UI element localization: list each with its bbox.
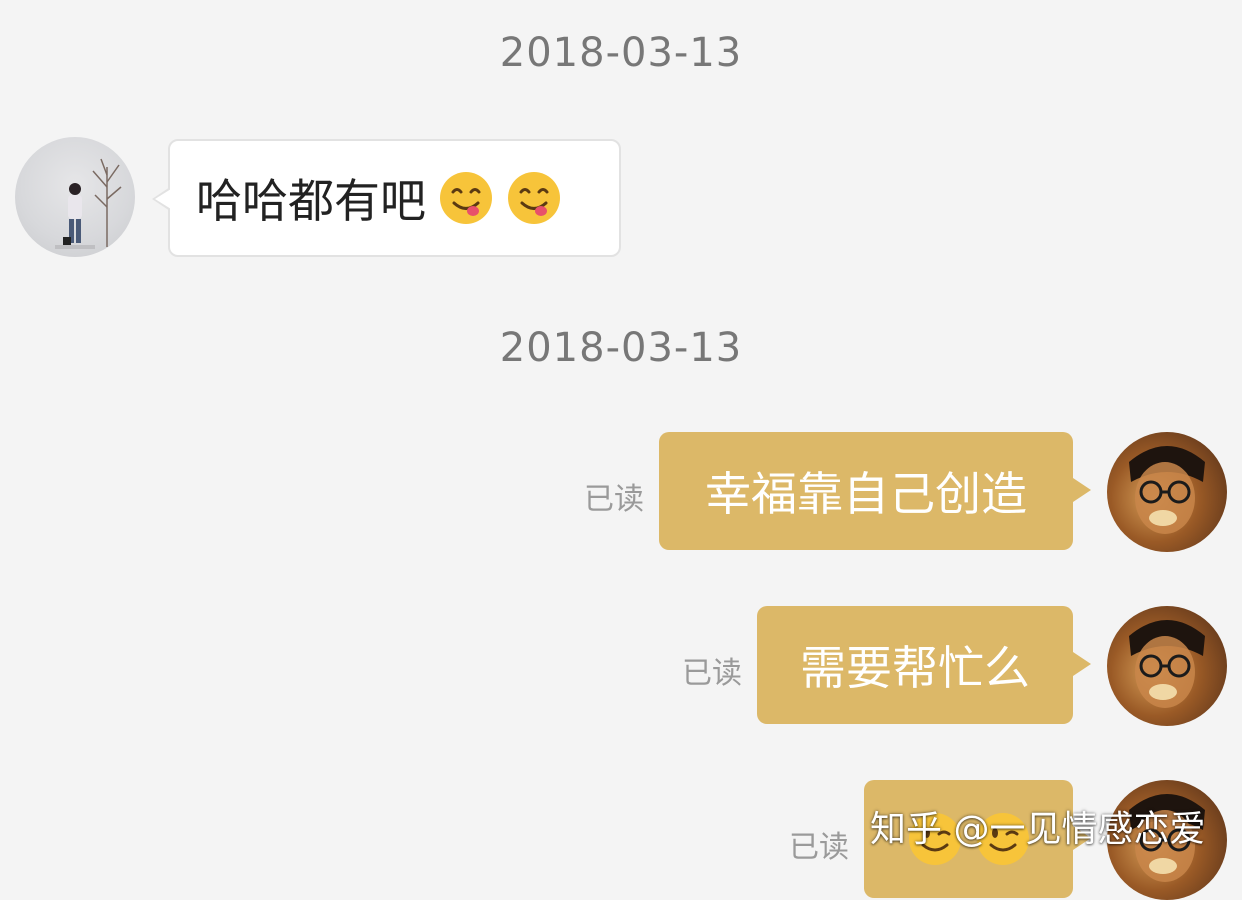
message-bubble-sent[interactable]: 需要帮忙么 xyxy=(757,606,1091,724)
face-savoring-food-icon xyxy=(438,170,494,226)
my-avatar[interactable] xyxy=(1107,432,1227,552)
face-savoring-food-icon xyxy=(506,170,562,226)
person-photo-icon xyxy=(1129,446,1205,534)
my-avatar[interactable] xyxy=(1107,606,1227,726)
message-text: 需要帮忙么 xyxy=(800,641,1030,695)
message-text: 幸福靠自己创造 xyxy=(705,467,1027,521)
read-receipt: 已读 xyxy=(789,830,849,865)
message-bubble-received[interactable]: 哈哈都有吧 xyxy=(152,139,621,257)
message-bubble-sent[interactable]: 幸福靠自己创造 xyxy=(659,432,1091,550)
read-receipt: 已读 xyxy=(584,482,644,517)
message-text: 哈哈都有吧 xyxy=(196,174,426,228)
read-receipt: 已读 xyxy=(682,656,742,691)
timestamp: 2018-03-13 xyxy=(499,30,743,76)
timestamp: 2018-03-13 xyxy=(499,325,743,371)
watermark: 知乎 @一见情感恋爱 xyxy=(870,809,1206,850)
contact-avatar[interactable] xyxy=(15,137,135,257)
person-photo-icon xyxy=(1129,620,1205,708)
person-photo-icon xyxy=(55,158,122,249)
